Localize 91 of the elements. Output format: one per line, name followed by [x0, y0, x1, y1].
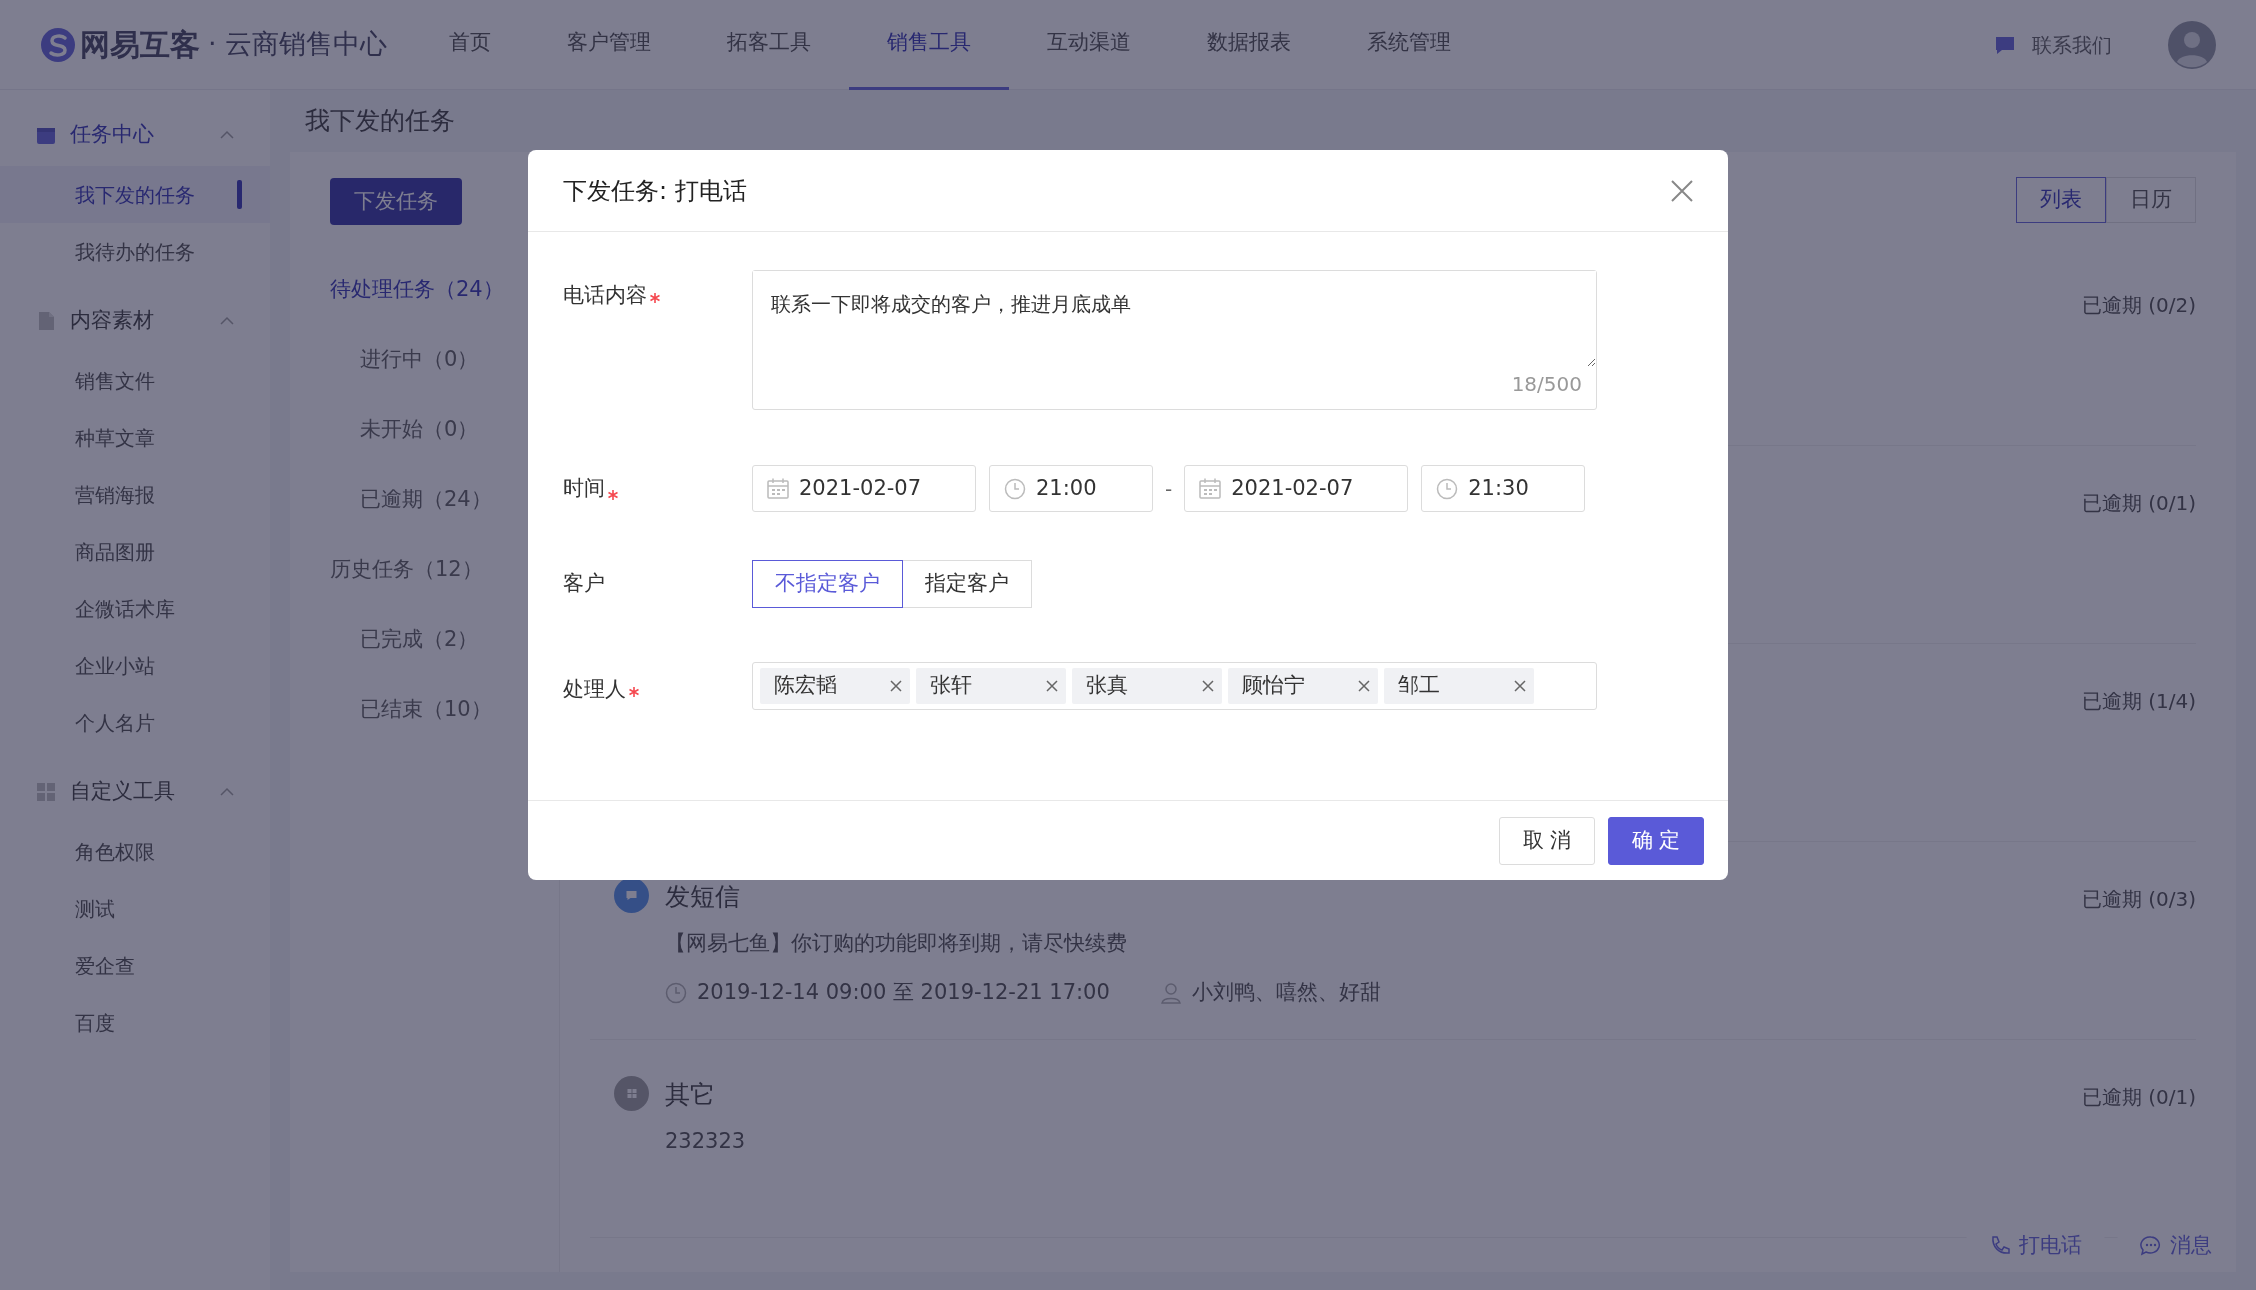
- filter-item[interactable]: 未开始（0）: [330, 395, 479, 465]
- clock-icon: [1004, 477, 1026, 500]
- clock-icon: [1436, 477, 1459, 500]
- segment-option[interactable]: 不指定客户: [752, 560, 903, 608]
- nav-tab[interactable]: 数据报表: [1168, 0, 1329, 90]
- sidebar-item[interactable]: 百度: [0, 994, 270, 1051]
- chat-icon: [1994, 34, 2016, 55]
- phone-icon: [1989, 1235, 2011, 1257]
- dialog-title: 下发任务: 打电话: [563, 175, 747, 207]
- nav-tab[interactable]: 系统管理: [1328, 0, 1489, 90]
- view-tab[interactable]: 日历: [2106, 177, 2196, 223]
- menu-group-title[interactable]: 任务中心: [70, 119, 154, 151]
- task-assignees: 小刘鸭、嘻然、好甜: [1191, 979, 1381, 1006]
- assignee-tag: 邹工: [1384, 668, 1534, 704]
- filter-item[interactable]: 已完成（2）: [330, 605, 479, 675]
- assignee-tag: 陈宏韬: [760, 668, 910, 704]
- sidebar-item[interactable]: 商品图册: [0, 523, 270, 580]
- assignee-tag: 张真: [1072, 668, 1222, 704]
- menu-group-title[interactable]: 自定义工具: [70, 776, 175, 808]
- menu-group-title[interactable]: 内容素材: [70, 305, 154, 337]
- field-label: 客户: [563, 570, 605, 598]
- sidebar-item[interactable]: 个人名片: [0, 694, 270, 751]
- task-status: 已逾期 (0/1): [2081, 490, 2196, 517]
- date-field[interactable]: 2021-02-07: [752, 465, 976, 512]
- sidebar-item[interactable]: 爱企查: [0, 937, 270, 994]
- task-content: 232323: [665, 1127, 746, 1155]
- char-counter: 18/500: [1511, 371, 1582, 398]
- remove-icon[interactable]: [1202, 680, 1214, 692]
- task-time: 2019-12-14 09:00 至 2019-12-21 17:00: [697, 979, 1110, 1006]
- sidebar-item[interactable]: 企微话术库: [0, 580, 270, 637]
- new-task-button[interactable]: 下发任务: [330, 178, 462, 225]
- task-status: 已逾期 (0/3): [2081, 886, 2196, 913]
- nav-tab[interactable]: 客户管理: [528, 0, 689, 90]
- nav-tab[interactable]: 首页: [410, 0, 529, 90]
- brand-separator: ·: [208, 27, 217, 62]
- nav-tab[interactable]: 拓客工具: [688, 0, 849, 90]
- sidebar-item[interactable]: 营销海报: [0, 466, 270, 523]
- segment-option[interactable]: 指定客户: [902, 560, 1032, 608]
- task-type-icon: [614, 1076, 649, 1111]
- sidebar-item[interactable]: 企业小站: [0, 637, 270, 694]
- close-icon[interactable]: [1671, 179, 1693, 202]
- task-title[interactable]: 其它: [665, 1076, 746, 1114]
- brand-name: 网易互客: [80, 26, 200, 64]
- contact-link[interactable]: 联系我们: [2032, 29, 2112, 60]
- task-status: 已逾期 (1/4): [2081, 688, 2196, 715]
- time-field[interactable]: 21:30: [1421, 465, 1586, 512]
- filter-item[interactable]: 待处理任务（24）: [330, 255, 504, 325]
- range-separator: -: [1165, 475, 1173, 503]
- assignee-tag: 顾怡宁: [1228, 668, 1378, 704]
- task-title[interactable]: 发短信: [665, 878, 1381, 916]
- date-field[interactable]: 2021-02-07: [1184, 465, 1409, 512]
- field-label: 时间: [563, 474, 605, 502]
- menu-group-icon: [36, 311, 56, 331]
- remove-icon[interactable]: [1046, 680, 1058, 692]
- assignee-tag: 张轩: [916, 668, 1066, 704]
- clock-icon: [665, 981, 687, 1004]
- sidebar-item[interactable]: 种草文章: [0, 409, 270, 466]
- logo-icon: [40, 26, 76, 63]
- textarea-field[interactable]: 联系一下即将成交的客户，推进月底成单 18/500: [752, 270, 1597, 410]
- chat-bubble-icon: [2140, 1235, 2162, 1257]
- sidebar-item[interactable]: 测试: [0, 880, 270, 937]
- brand-subtitle: 云商销售中心: [224, 27, 387, 62]
- confirm-button[interactable]: 确 定: [1608, 816, 1704, 865]
- filter-item[interactable]: 历史任务（12）: [330, 535, 483, 605]
- time-field[interactable]: 21:00: [989, 465, 1153, 512]
- calendar-icon: [767, 477, 789, 500]
- sidebar-item[interactable]: 我待办的任务: [0, 223, 270, 280]
- sidebar-item[interactable]: 销售文件: [0, 352, 270, 409]
- sidebar-item[interactable]: 角色权限: [0, 823, 270, 880]
- sidebar-item[interactable]: 我下发的任务: [0, 166, 270, 223]
- view-tab[interactable]: 列表: [2016, 177, 2106, 223]
- field-label: 处理人: [563, 676, 626, 703]
- calendar-icon: [1199, 477, 1222, 500]
- menu-group-icon: [36, 125, 56, 145]
- task-status: 已逾期 (0/2): [2081, 292, 2196, 319]
- task-content: 【网易七鱼】你订购的功能即将到期，请尽快续费: [665, 929, 1128, 957]
- menu-group-icon: [36, 782, 56, 802]
- person-icon: [1159, 981, 1182, 1004]
- remove-icon[interactable]: [1514, 680, 1526, 692]
- cancel-button[interactable]: 取 消: [1499, 816, 1595, 865]
- assignee-field[interactable]: 陈宏韬 张轩 张真 顾怡宁 邹工: [752, 662, 1597, 710]
- remove-icon[interactable]: [890, 680, 902, 692]
- nav-tab[interactable]: 销售工具: [848, 0, 1009, 90]
- filter-item[interactable]: 已结束（10）: [330, 675, 492, 745]
- page-title: 我下发的任务: [304, 105, 456, 138]
- remove-icon[interactable]: [1358, 680, 1370, 692]
- task-status: 已逾期 (0/1): [2081, 1084, 2196, 1111]
- filter-item[interactable]: 已逾期（24）: [330, 465, 492, 535]
- nav-tab[interactable]: 互动渠道: [1008, 0, 1169, 90]
- filter-item[interactable]: 进行中（0）: [330, 325, 479, 395]
- field-label: 电话内容: [563, 282, 647, 309]
